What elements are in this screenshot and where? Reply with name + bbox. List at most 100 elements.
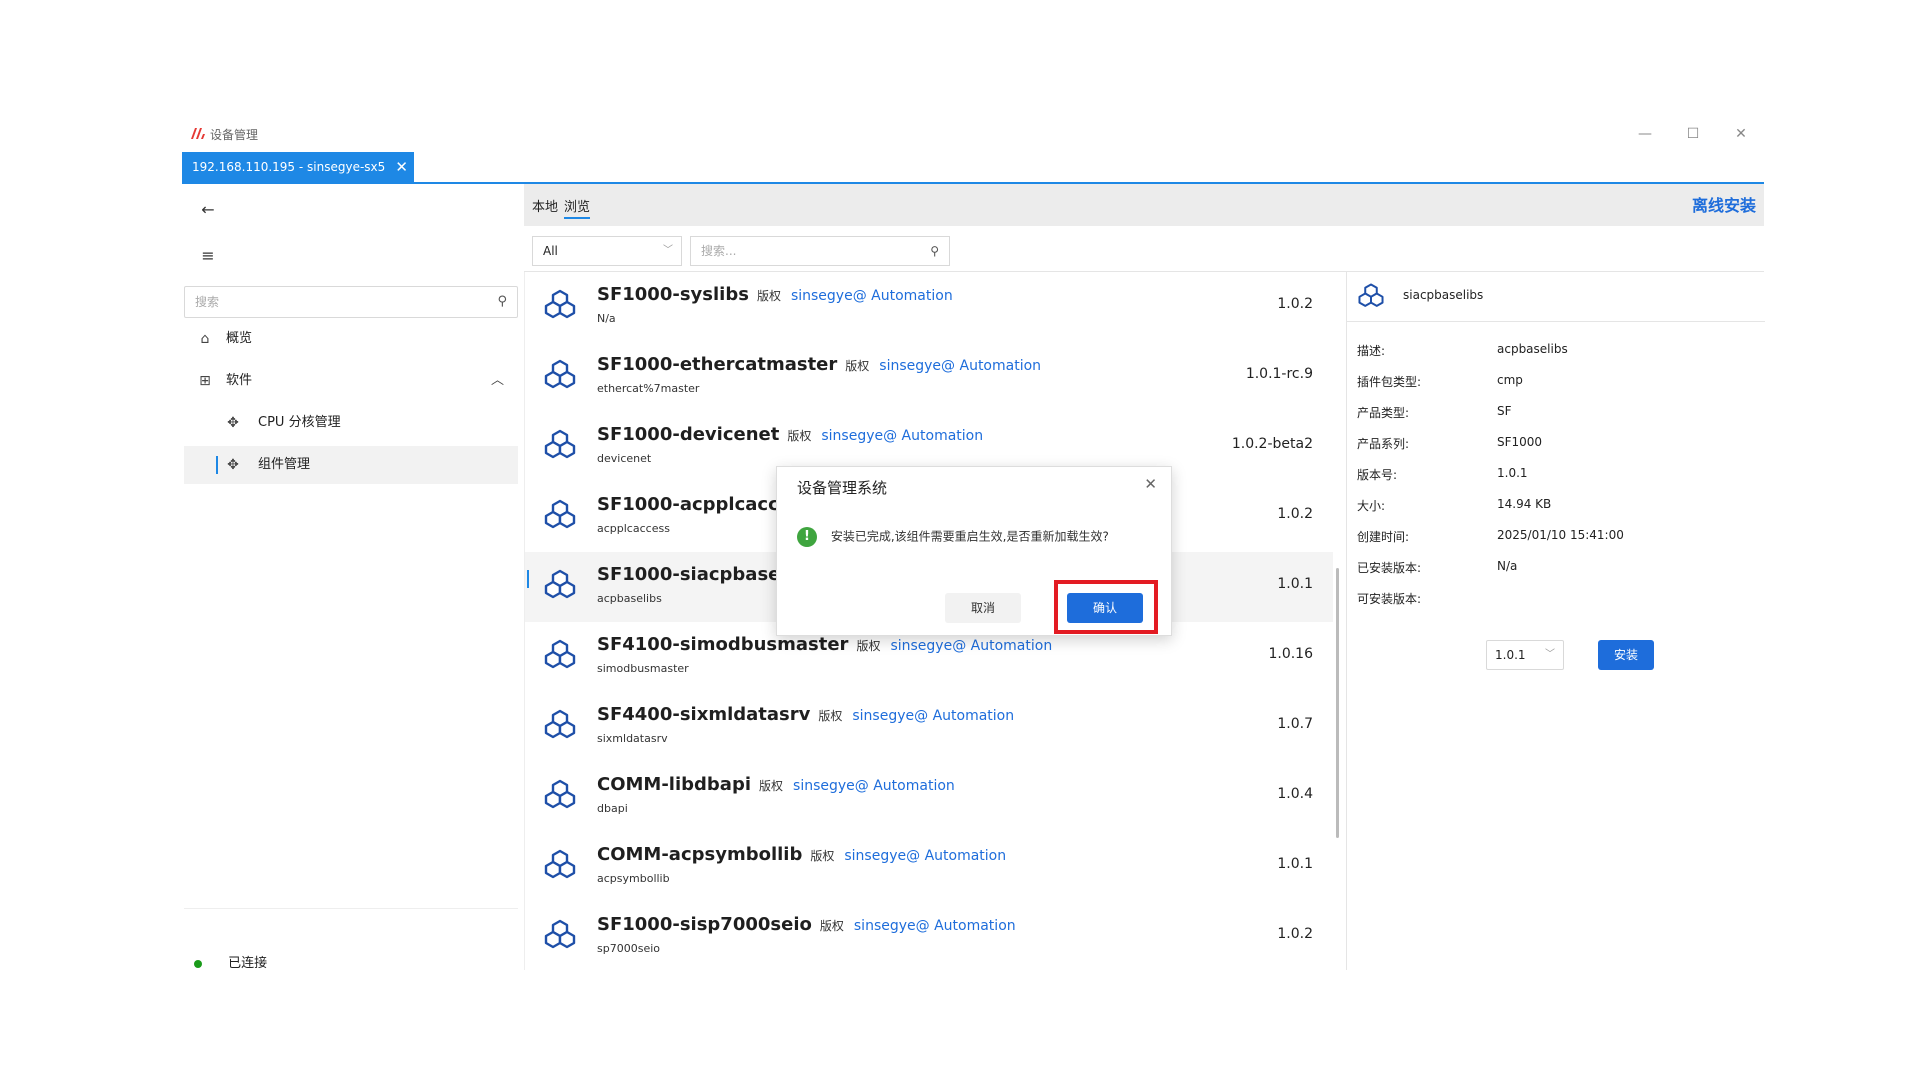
package-copyright: 版权	[856, 639, 881, 653]
package-name-line: SF4400-sixmldatasrv 版权 sinsegye@ Automatio…	[597, 704, 1014, 725]
puzzle-icon: ✥	[227, 457, 239, 473]
package-name-line: SF1000-acpplcacc	[597, 494, 797, 515]
detail-field-label: 大小:	[1357, 499, 1386, 513]
package-subtitle: simodbusmaster	[597, 662, 689, 675]
grid-icon: ⊞	[199, 373, 211, 389]
chevron-up-icon[interactable]: ︿	[491, 362, 504, 400]
package-name: COMM-libdbapi	[597, 774, 752, 795]
maximize-icon[interactable]: ☐	[1678, 122, 1708, 146]
nav-item-label: CPU 分核管理	[258, 415, 341, 430]
tab-browse[interactable]: 浏览	[564, 196, 591, 219]
package-name: SF1000-ethercatmaster	[597, 354, 838, 375]
package-name-line: COMM-libdbapi 版权 sinsegye@ Automation	[597, 774, 955, 795]
connected-dot-icon	[194, 959, 202, 968]
package-author-link[interactable]: sinsegye@ Automation	[879, 358, 1041, 374]
package-cubes-icon	[544, 639, 576, 669]
nav-item-component-management[interactable]: ✥ 组件管理	[184, 446, 518, 484]
package-row[interactable]: COMM-acpsymbollib 版权 sinsegye@ Automation a…	[525, 832, 1333, 902]
package-version: 1.0.2	[1277, 296, 1313, 312]
chevron-down-icon: ﹀	[663, 245, 673, 256]
tab-close-icon[interactable]: ✕	[395, 152, 408, 182]
package-name: SF1000-acpplcacc	[597, 494, 779, 515]
package-name: SF1000-sisp7000seio	[597, 914, 812, 935]
left-nav: ← ≡ 搜索 ⚲ ⌂ 概览 ⊞ 软件 ︿ ✥ CPU 分核管理 ✥ 组件管理 已…	[182, 184, 522, 971]
install-button[interactable]: 安装	[1598, 640, 1654, 670]
tab-local[interactable]: 本地	[532, 196, 558, 215]
cancel-button[interactable]: 取消	[945, 593, 1021, 623]
installable-version-select[interactable]: 1.0.1 ﹀	[1486, 640, 1564, 670]
package-subtitle: acpbaselibs	[597, 592, 662, 605]
package-copyright: 版权	[787, 429, 812, 443]
nav-item-cpu-core[interactable]: ✥ CPU 分核管理	[184, 404, 518, 442]
detail-field-value: 14.94 KB	[1497, 497, 1552, 511]
dialog-message: ! 安装已完成,该组件需要重启生效,是否重新加载生效?	[797, 527, 1109, 547]
detail-pane: siacpbaselibs 描述: acpbaselibs 插件包类型: cmp 产品类…	[1346, 272, 1765, 970]
package-author-link[interactable]: sinsegye@ Automation	[852, 708, 1014, 724]
package-copyright: 版权	[819, 919, 844, 933]
search-icon[interactable]: ⚲	[497, 287, 507, 317]
package-author-link[interactable]: sinsegye@ Automation	[890, 638, 1052, 654]
device-tab[interactable]: 192.168.110.195 - sinsegye-sx5 ✕	[182, 152, 414, 182]
package-subtitle: acpsymbollib	[597, 872, 670, 885]
package-row[interactable]: SF1000-ethercatmaster 版权 sinsegye@ Automat…	[525, 342, 1333, 412]
package-cubes-icon	[544, 849, 576, 879]
package-row[interactable]: SF1000-syslibs 版权 sinsegye@ Automation N/a 1…	[525, 272, 1333, 342]
package-version: 1.0.2-beta2	[1231, 436, 1313, 452]
connection-status: 已连接	[194, 952, 267, 971]
search-icon[interactable]: ⚲	[930, 237, 939, 265]
package-author-link[interactable]: sinsegye@ Automation	[821, 428, 983, 444]
package-copyright: 版权	[845, 359, 870, 373]
app-title: 设备管理	[210, 128, 259, 142]
category-select[interactable]: All ﹀	[532, 236, 682, 266]
package-name: SF1000-syslibs	[597, 284, 749, 305]
chevron-down-icon: ﹀	[1545, 649, 1555, 660]
nav-item-overview[interactable]: ⌂ 概览	[184, 320, 518, 358]
close-window-icon[interactable]: ✕	[1726, 122, 1756, 146]
package-version: 1.0.1	[1277, 576, 1313, 592]
package-copyright: 版权	[810, 849, 835, 863]
nav-search-placeholder: 搜索	[195, 295, 220, 309]
package-author-link[interactable]: sinsegye@ Automation	[793, 778, 955, 794]
minimize-icon[interactable]: —	[1630, 122, 1660, 146]
package-copyright: 版权	[756, 289, 781, 303]
package-name: COMM-acpsymbollib	[597, 844, 803, 865]
package-author-link[interactable]: sinsegye@ Automation	[844, 848, 1006, 864]
package-name-line: SF1000-devicenet 版权 sinsegye@ Automation	[597, 424, 983, 445]
dialog-message-text: 安装已完成,该组件需要重启生效,是否重新加载生效?	[830, 529, 1109, 544]
home-icon: ⌂	[200, 331, 210, 347]
nav-search-input[interactable]: 搜索 ⚲	[184, 286, 518, 318]
filter-row: All ﹀ 搜索... ⚲	[524, 226, 1764, 272]
package-author-link[interactable]: sinsegye@ Automation	[854, 918, 1016, 934]
package-row[interactable]: SF4400-sixmldatasrv 版权 sinsegye@ Automatio…	[525, 692, 1333, 762]
close-icon[interactable]: ✕	[1144, 475, 1157, 493]
package-row[interactable]: COMM-libdbapi 版权 sinsegye@ Automation dbapi…	[525, 762, 1333, 832]
package-copyright: 版权	[759, 779, 784, 793]
detail-field-label: 产品系列:	[1357, 437, 1410, 451]
package-name-line: SF1000-siacpbasel	[597, 564, 805, 585]
menu-icon[interactable]: ≡	[196, 244, 220, 268]
package-copyright: 版权	[818, 709, 843, 723]
status-label: 已连接	[228, 956, 268, 971]
package-cubes-icon	[1358, 283, 1384, 307]
package-cubes-icon	[544, 919, 576, 949]
list-scrollbar[interactable]	[1336, 568, 1339, 838]
package-name: SF1000-devicenet	[597, 424, 780, 445]
nav-item-label: 组件管理	[258, 457, 311, 472]
installable-version-value: 1.0.1	[1495, 648, 1526, 662]
nav-item-software[interactable]: ⊞ 软件 ︿	[184, 362, 518, 400]
detail-field-value: 2025/01/10 15:41:00	[1497, 528, 1624, 542]
package-cubes-icon	[544, 569, 576, 599]
package-search-input[interactable]: 搜索... ⚲	[690, 236, 950, 266]
package-version: 1.0.2	[1277, 506, 1313, 522]
package-subtitle: N/a	[597, 312, 616, 325]
package-version: 1.0.1-rc.9	[1245, 366, 1313, 382]
tab-bar: 192.168.110.195 - sinsegye-sx5 ✕	[182, 152, 1764, 184]
package-subtitle: sp7000seio	[597, 942, 660, 955]
offline-install-button[interactable]: 离线安装	[1692, 192, 1756, 216]
package-subtitle: sixmldatasrv	[597, 732, 668, 745]
package-version: 1.0.2	[1277, 926, 1313, 942]
back-arrow-icon[interactable]: ←	[196, 198, 220, 222]
package-author-link[interactable]: sinsegye@ Automation	[791, 288, 953, 304]
package-row[interactable]: SF1000-sisp7000seio 版权 sinsegye@ Automatio…	[525, 902, 1333, 970]
device-tab-label: 192.168.110.195 - sinsegye-sx5	[192, 160, 386, 174]
